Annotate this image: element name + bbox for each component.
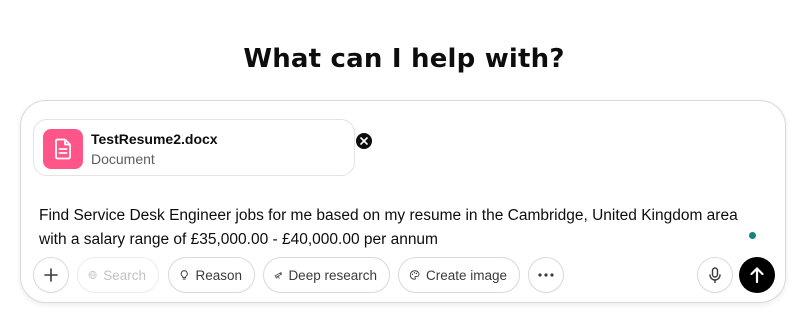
plus-icon <box>44 268 58 282</box>
attachment-file-type: Document <box>91 151 155 167</box>
reason-button[interactable]: Reason <box>168 257 255 293</box>
document-icon <box>43 129 83 169</box>
chat-page: What can I help with? TestResume2.docx D… <box>0 0 794 309</box>
status-dot <box>749 232 756 239</box>
more-options-button[interactable] <box>528 257 564 293</box>
search-button-label: Search <box>103 267 146 283</box>
close-icon <box>360 137 368 145</box>
arrow-up-icon <box>750 267 764 284</box>
paint-icon <box>409 270 420 280</box>
telescope-icon <box>274 272 283 279</box>
lightbulb-icon <box>180 270 188 280</box>
attachment-file-name: TestResume2.docx <box>91 131 218 147</box>
file-attachment-card[interactable]: TestResume2.docx Document <box>33 119 372 176</box>
microphone-icon <box>709 266 721 283</box>
globe-icon <box>88 270 97 280</box>
prompt-input[interactable]: Find Service Desk Engineer jobs for me b… <box>39 204 759 252</box>
search-button[interactable]: Search <box>77 257 159 293</box>
voice-input-button[interactable] <box>697 257 733 293</box>
send-button[interactable] <box>739 257 775 293</box>
add-attachment-button[interactable] <box>33 257 69 293</box>
deep-research-button-label: Deep research <box>288 267 377 283</box>
message-composer: TestResume2.docx Document Find Service D… <box>20 100 786 303</box>
remove-attachment-button[interactable] <box>356 133 372 149</box>
deep-research-button[interactable]: Deep research <box>263 257 390 293</box>
reason-button-label: Reason <box>195 267 242 283</box>
create-image-button-label: Create image <box>425 267 507 283</box>
create-image-button[interactable]: Create image <box>398 257 520 293</box>
ellipsis-icon <box>538 273 554 277</box>
page-title: What can I help with? <box>243 44 565 74</box>
